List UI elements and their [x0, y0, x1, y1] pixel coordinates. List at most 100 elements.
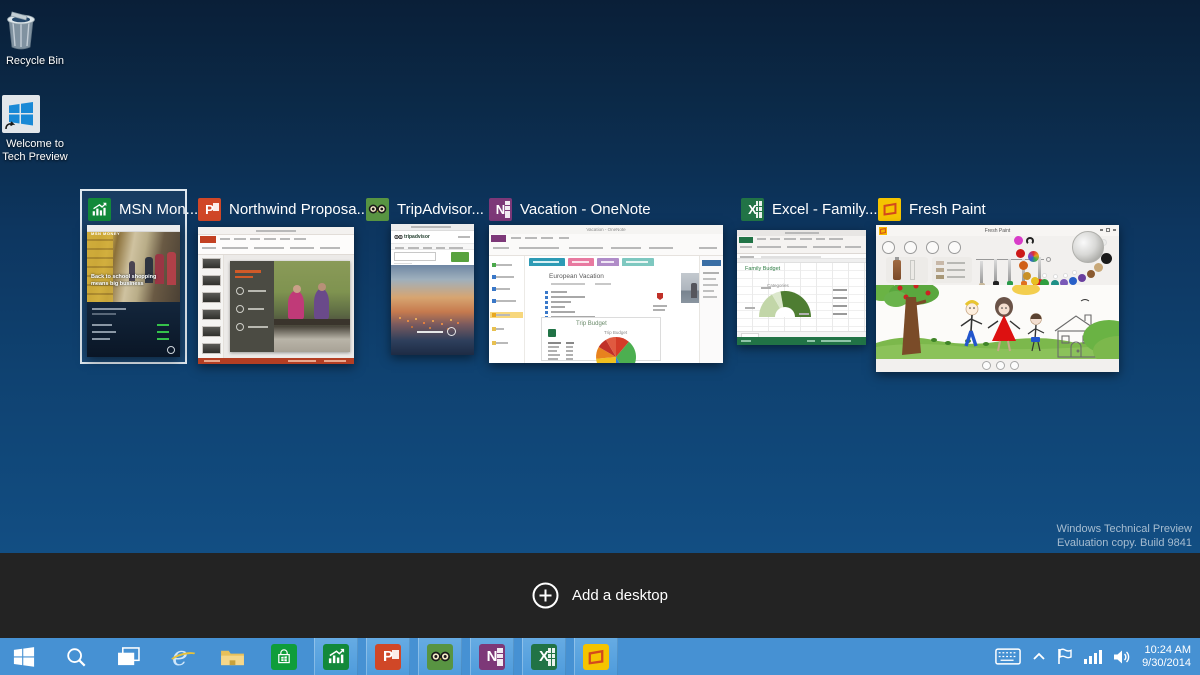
welcome-shortcut-icon [0, 93, 70, 135]
on-notebook-sidebar [489, 256, 525, 363]
file-explorer-icon [220, 650, 244, 665]
taskview-thumbnail-powerpoint[interactable] [198, 227, 354, 364]
xl-status-bar [737, 337, 866, 345]
onenote-icon: N [479, 643, 505, 670]
volume-icon[interactable] [1113, 649, 1131, 665]
clock-date: 9/30/2014 [1142, 656, 1191, 669]
ppt-ribbon [198, 235, 354, 255]
store-button[interactable] [262, 638, 306, 675]
desktop-icon-recycle-bin[interactable]: Recycle Bin [0, 8, 70, 68]
taskview-tile-title-excel[interactable]: X Excel - Family... [741, 197, 878, 221]
search-icon [67, 647, 86, 666]
msn-lockers-art [87, 232, 113, 302]
fresh-paint-app-icon [878, 197, 901, 221]
ppt-titlebar [198, 227, 354, 235]
fp-paint-bucket [1072, 231, 1104, 263]
task-view-button[interactable] [106, 638, 150, 675]
build-watermark: Windows Technical Preview Evaluation cop… [1056, 522, 1192, 550]
taskview-thumbnail-tripadvisor[interactable]: tripadvisor [391, 224, 474, 355]
tile-title-text: Excel - Family... [772, 200, 878, 218]
fp-tool-button [948, 241, 961, 254]
windows-desktop-taskview: Recycle Bin Welcome to Tech Preview Wind… [0, 0, 1200, 675]
watermark-line1: Windows Technical Preview [1056, 523, 1192, 535]
taskbar-fresh-paint-button[interactable] [574, 638, 618, 675]
powerpoint-app-icon: P [198, 197, 221, 221]
taskview-tile-title-fresh-paint[interactable]: Fresh Paint [878, 197, 986, 221]
on-budget-title: Trip Budget [576, 321, 607, 327]
system-tray: 10:24 AM 9/30/2014 [995, 638, 1200, 675]
fp-paint-squiggle [1026, 237, 1034, 245]
ta-photo [391, 265, 474, 355]
tripadvisor-icon [427, 643, 453, 670]
tile-title-text: Northwind Proposa... [229, 200, 370, 218]
desktop-icon-label: Welcome to Tech Preview [2, 138, 68, 163]
action-center-flag-icon[interactable] [1057, 648, 1073, 665]
on-window-title: Vacation - OneNote [586, 227, 626, 232]
touch-keyboard-icon[interactable] [995, 648, 1021, 665]
internet-explorer-button[interactable]: e [158, 638, 202, 675]
on-page-heading: European Vacation [549, 273, 604, 280]
taskview-tile-title-powerpoint[interactable]: P Northwind Proposa... [198, 197, 369, 221]
on-page: European Vacation Trip Budget Trip Budge… [525, 267, 719, 363]
task-view-icon [117, 646, 140, 665]
tripadvisor-app-icon [366, 197, 389, 221]
watermark-line2: Evaluation copy. Build 9841 [1057, 537, 1192, 549]
taskview-tile-title-onenote[interactable]: N Vacation - OneNote [489, 197, 651, 221]
xl-grid: Family Budget Categories [737, 263, 866, 331]
ppt-slide-area [224, 255, 354, 358]
fp-bottom-bar [876, 359, 1119, 372]
file-explorer-button[interactable] [210, 638, 254, 675]
start-button[interactable] [2, 638, 46, 675]
powerpoint-icon: P [375, 643, 401, 670]
taskview-tile-title-msn-money[interactable]: MSN Mon... [88, 197, 198, 221]
fp-tool-button [904, 241, 917, 254]
add-desktop-label: Add a desktop [572, 587, 668, 604]
msn-headline-text: Back to school shopping means big busine… [91, 274, 157, 287]
taskview-thumbnail-msn-money[interactable]: MSN MONEY Back to school shopping means … [87, 225, 180, 357]
taskbar-onenote-button[interactable]: N [470, 638, 514, 675]
on-pie-chart [596, 337, 636, 363]
desktop-icon-welcome[interactable]: Welcome to Tech Preview [0, 93, 70, 164]
on-page-tabs [529, 258, 654, 266]
msn-money-app-icon [88, 197, 111, 221]
network-signal-icon[interactable] [1084, 649, 1103, 664]
msn-brand-text: MSN MONEY [91, 231, 121, 236]
on-titlebar: Vacation - OneNote [489, 225, 723, 234]
taskview-bottom-bar: Add a desktop [0, 553, 1200, 638]
desktop-wallpaper[interactable]: Recycle Bin Welcome to Tech Preview Wind… [0, 0, 1200, 553]
fp-tool-button [926, 241, 939, 254]
clock-time: 10:24 AM [1144, 643, 1191, 656]
tile-title-text: Fresh Paint [909, 200, 986, 218]
fp-back-button [882, 241, 895, 254]
taskbar-excel-button[interactable]: X [522, 638, 566, 675]
taskview-thumbnail-excel[interactable]: Family Budget Categories [737, 230, 866, 345]
taskview-thumbnail-onenote[interactable]: Vacation - OneNote European Vacation Tri… [489, 225, 723, 363]
show-hidden-icons-chevron[interactable] [1032, 652, 1046, 661]
xl-sheet-heading: Family Budget [745, 266, 781, 272]
taskview-tile-title-tripadvisor[interactable]: TripAdvisor... [366, 197, 484, 221]
recycle-bin-icon [0, 8, 70, 52]
add-desktop-button[interactable]: Add a desktop [532, 582, 668, 609]
taskbar-tripadvisor-button[interactable] [418, 638, 462, 675]
taskview-thumbnail-fresh-paint[interactable]: Fresh Paint [876, 225, 1119, 372]
msn-lower-panel [87, 302, 180, 357]
ta-titlebar [391, 224, 474, 231]
msn-money-icon [323, 643, 349, 670]
windows-logo-icon [13, 646, 35, 667]
ta-nav-row [391, 243, 474, 250]
search-button[interactable] [54, 638, 98, 675]
tile-title-text: Vacation - OneNote [520, 200, 651, 218]
ta-brand-text: tripadvisor [404, 234, 430, 240]
taskbar-clock[interactable]: 10:24 AM 9/30/2014 [1142, 644, 1191, 670]
taskbar-msn-money-button[interactable] [314, 638, 358, 675]
xl-ribbon [737, 236, 866, 254]
on-right-panel [699, 256, 723, 363]
taskbar-powerpoint-button[interactable]: P [366, 638, 410, 675]
desktop-icon-label: Recycle Bin [5, 55, 65, 67]
excel-icon: X [531, 643, 557, 670]
plus-circle-icon [532, 582, 559, 609]
taskbar: e P N X 10:24 AM 9/30/2014 [0, 638, 1200, 675]
fresh-paint-icon [583, 643, 609, 670]
ppt-status-bar [198, 358, 354, 364]
onenote-glyph: N [495, 201, 506, 217]
